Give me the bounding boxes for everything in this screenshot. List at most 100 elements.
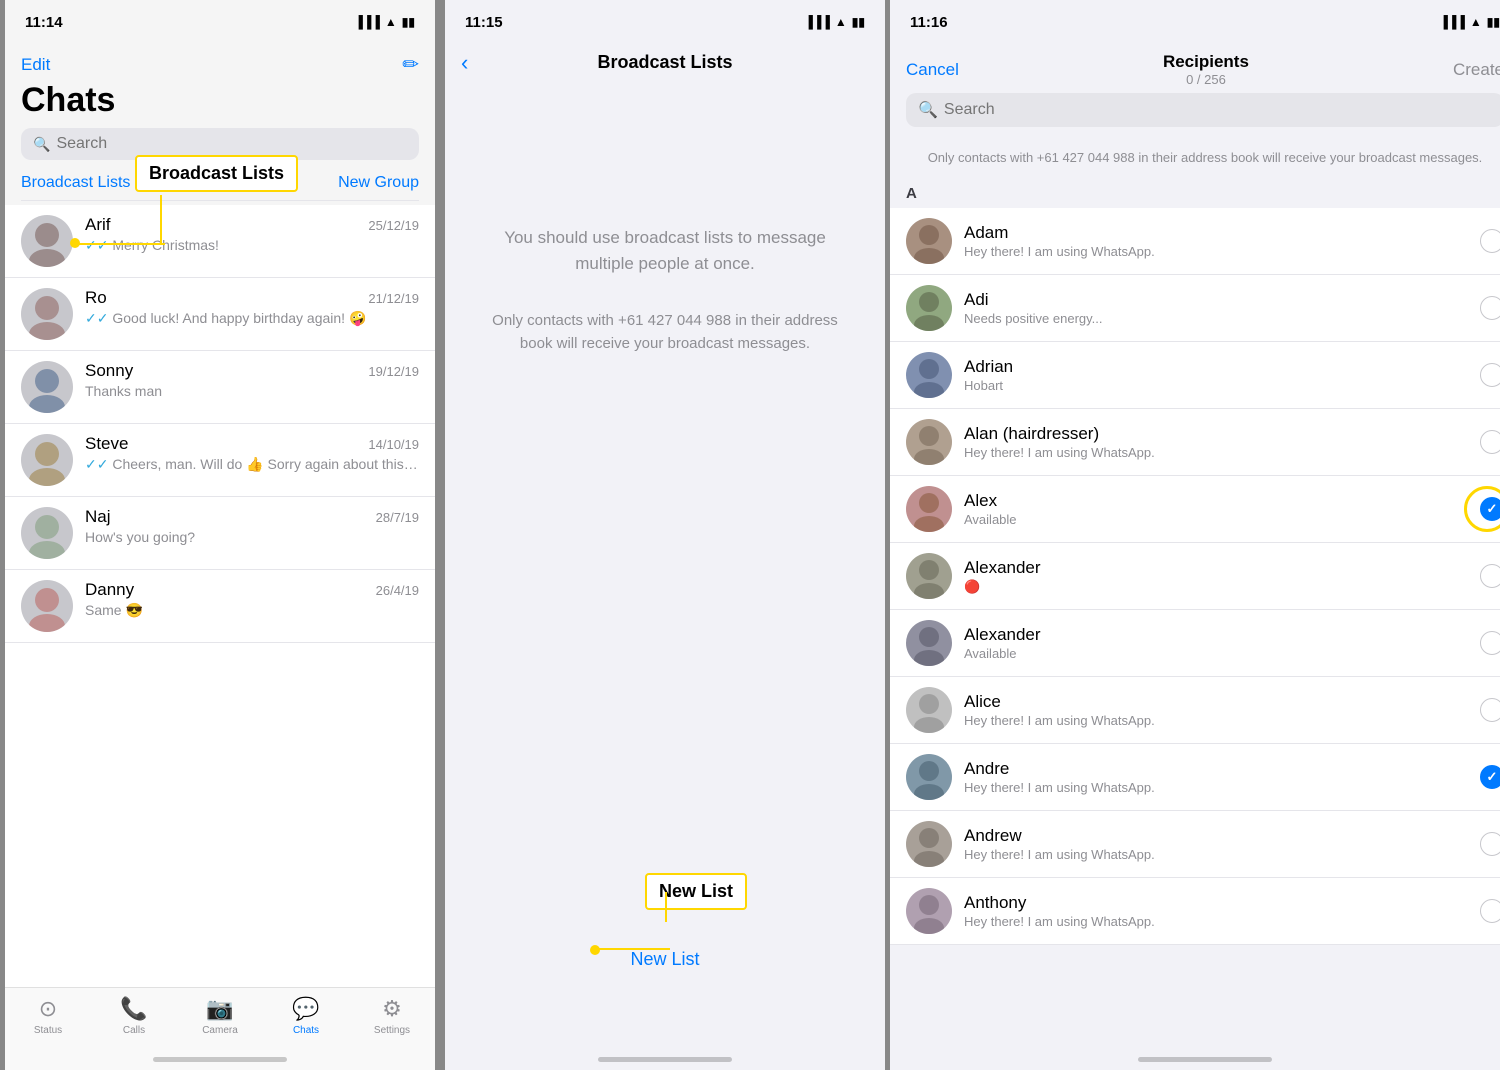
broadcast-lists-link[interactable]: Broadcast Lists xyxy=(21,174,130,192)
contacts-list: Adam Hey there! I am using WhatsApp. Adi… xyxy=(890,208,1500,1028)
contact-adam[interactable]: Adam Hey there! I am using WhatsApp. xyxy=(890,208,1500,275)
contact-status-anthony: Hey there! I am using WhatsApp. xyxy=(964,914,1468,929)
tab-status[interactable]: ⊙ Status xyxy=(5,996,91,1036)
contact-check-adam[interactable] xyxy=(1480,229,1500,253)
chat-item-steve[interactable]: Steve 14/10/19 ✓✓ Cheers, man. Will do 👍… xyxy=(5,424,435,497)
edit-button[interactable]: Edit xyxy=(21,55,50,75)
chat-message-sonny: Thanks man xyxy=(85,383,419,399)
status-tab-icon: ⊙ xyxy=(39,996,57,1022)
contact-status-alexander-1: 🔴 xyxy=(964,579,1468,595)
contact-status-alexander-2: Available xyxy=(964,646,1468,661)
contact-check-alex[interactable] xyxy=(1480,497,1500,521)
contact-check-adrian[interactable] xyxy=(1480,363,1500,387)
chat-top-arif: Arif 25/12/19 xyxy=(85,215,419,235)
search-icon-3: 🔍 xyxy=(918,100,938,120)
chat-date-naj: 28/7/19 xyxy=(376,510,419,525)
home-indicator-3 xyxy=(1138,1057,1272,1062)
recipients-header: Cancel Recipients 0 / 256 Create 🔍 xyxy=(890,44,1500,137)
status-bar-3: 11:16 ▐▐▐ ▲ ▮▮ xyxy=(890,0,1500,44)
contact-check-andre[interactable] xyxy=(1480,765,1500,789)
contact-alexander-1[interactable]: Alexander 🔴 xyxy=(890,543,1500,610)
chat-content-danny: Danny 26/4/19 Same 😎 xyxy=(85,580,419,619)
create-button[interactable]: Create xyxy=(1453,60,1500,80)
wifi-icon-2: ▲ xyxy=(835,15,847,29)
chat-item-ro[interactable]: Ro 21/12/19 ✓✓ Good luck! And happy birt… xyxy=(5,278,435,351)
home-indicator-2 xyxy=(598,1057,732,1062)
avatar-alice xyxy=(906,687,952,733)
chat-name-ro: Ro xyxy=(85,288,107,308)
recipients-info-text: Only contacts with +61 427 044 988 in th… xyxy=(890,137,1500,179)
contact-name-alice: Alice xyxy=(964,692,1468,712)
contact-check-andrew[interactable] xyxy=(1480,832,1500,856)
contact-alice[interactable]: Alice Hey there! I am using WhatsApp. xyxy=(890,677,1500,744)
broadcast-info-text: You should use broadcast lists to messag… xyxy=(475,225,855,276)
cancel-button[interactable]: Cancel xyxy=(906,60,959,80)
tab-calls[interactable]: 📞 Calls xyxy=(91,996,177,1036)
contact-name-alexander-1: Alexander xyxy=(964,558,1468,578)
contact-info-andrew: Andrew Hey there! I am using WhatsApp. xyxy=(964,826,1468,862)
time-2: 11:15 xyxy=(465,14,503,31)
avatar-adam xyxy=(906,218,952,264)
camera-tab-label: Camera xyxy=(202,1025,238,1036)
tab-chats[interactable]: 💬 Chats xyxy=(263,996,349,1036)
chat-message-naj: How's you going? xyxy=(85,529,419,545)
tick-steve: ✓✓ xyxy=(85,456,108,472)
contact-status-alan: Hey there! I am using WhatsApp. xyxy=(964,445,1468,460)
annotation-line-2 xyxy=(595,948,670,950)
contact-status-andre: Hey there! I am using WhatsApp. xyxy=(964,780,1468,795)
chat-message-danny: Same 😎 xyxy=(85,602,419,619)
tick-arif: ✓✓ xyxy=(85,237,108,253)
avatar-adi xyxy=(906,285,952,331)
battery-icon: ▮▮ xyxy=(402,15,415,29)
chat-name-arif: Arif xyxy=(85,215,111,235)
chat-list: Arif 25/12/19 ✓✓ Merry Christmas! Ro 21/… xyxy=(5,205,435,985)
new-group-link[interactable]: New Group xyxy=(338,174,419,192)
contact-andrew[interactable]: Andrew Hey there! I am using WhatsApp. xyxy=(890,811,1500,878)
chats-search-input[interactable] xyxy=(56,135,407,153)
avatar-naj xyxy=(21,507,73,559)
contact-info-alex: Alex Available xyxy=(964,491,1468,527)
contact-anthony[interactable]: Anthony Hey there! I am using WhatsApp. xyxy=(890,878,1500,945)
contact-alex[interactable]: Alex Available xyxy=(890,476,1500,543)
contact-check-adi[interactable] xyxy=(1480,296,1500,320)
contact-check-alexander-1[interactable] xyxy=(1480,564,1500,588)
contact-adi[interactable]: Adi Needs positive energy... xyxy=(890,275,1500,342)
contact-name-alex: Alex xyxy=(964,491,1468,511)
back-button[interactable]: ‹ xyxy=(461,50,468,76)
time-1: 11:14 xyxy=(25,14,63,31)
contact-adrian[interactable]: Adrian Hobart xyxy=(890,342,1500,409)
annotation-dot-1 xyxy=(70,238,80,248)
chat-item-danny[interactable]: Danny 26/4/19 Same 😎 xyxy=(5,570,435,643)
contact-check-alan[interactable] xyxy=(1480,430,1500,454)
tab-settings[interactable]: ⚙ Settings xyxy=(349,996,435,1036)
home-indicator-1 xyxy=(153,1057,287,1062)
chat-item-naj[interactable]: Naj 28/7/19 How's you going? xyxy=(5,497,435,570)
new-list-annotation: New List xyxy=(645,873,747,910)
chat-top-ro: Ro 21/12/19 xyxy=(85,288,419,308)
recipients-search-input[interactable] xyxy=(944,101,1492,119)
contact-check-alice[interactable] xyxy=(1480,698,1500,722)
chat-name-sonny: Sonny xyxy=(85,361,133,381)
tab-camera[interactable]: 📷 Camera xyxy=(177,996,263,1036)
settings-tab-label: Settings xyxy=(374,1025,410,1036)
signal-icon: ▐▐▐ xyxy=(354,15,380,29)
contact-check-alexander-2[interactable] xyxy=(1480,631,1500,655)
contact-status-adi: Needs positive energy... xyxy=(964,311,1468,326)
contact-alan[interactable]: Alan (hairdresser) Hey there! I am using… xyxy=(890,409,1500,476)
recipients-search-bar[interactable]: 🔍 xyxy=(906,93,1500,127)
contact-andre[interactable]: Andre Hey there! I am using WhatsApp. xyxy=(890,744,1500,811)
new-list-button[interactable]: New List xyxy=(630,949,699,970)
annotation-arrow-vertical xyxy=(160,195,162,245)
status-tab-label: Status xyxy=(34,1025,62,1036)
recipients-center: Recipients 0 / 256 xyxy=(1163,52,1249,87)
contact-status-adam: Hey there! I am using WhatsApp. xyxy=(964,244,1468,259)
contact-alexander-2[interactable]: Alexander Available xyxy=(890,610,1500,677)
compose-icon[interactable]: ✏ xyxy=(402,52,419,77)
contact-status-alex: Available xyxy=(964,512,1468,527)
broadcast-title: Broadcast Lists xyxy=(597,52,732,73)
chat-message-arif: ✓✓ Merry Christmas! xyxy=(85,237,419,254)
chat-date-danny: 26/4/19 xyxy=(376,583,419,598)
status-bar-2: 11:15 ▐▐▐ ▲ ▮▮ xyxy=(445,0,885,44)
chat-item-sonny[interactable]: Sonny 19/12/19 Thanks man xyxy=(5,351,435,424)
contact-check-anthony[interactable] xyxy=(1480,899,1500,923)
